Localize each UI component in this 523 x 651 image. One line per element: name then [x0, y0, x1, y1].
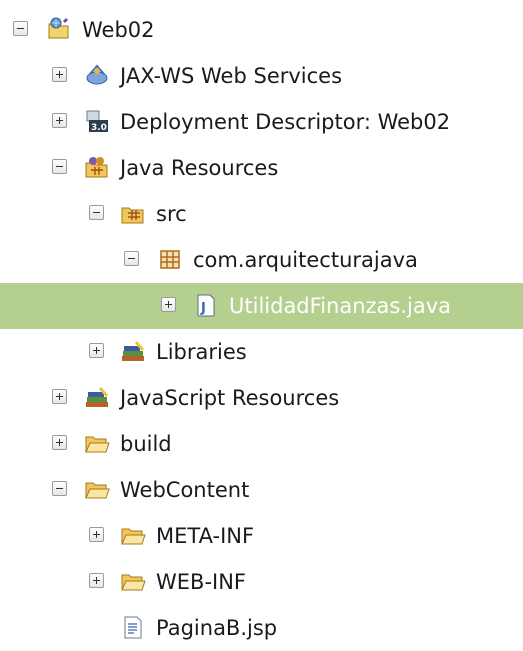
tree-item-label: PaginaB.jsp: [156, 616, 278, 640]
collapse-toggle[interactable]: [124, 251, 139, 266]
expand-toggle[interactable]: [89, 527, 104, 542]
expand-toggle[interactable]: [89, 573, 104, 588]
folder-icon: [120, 522, 146, 548]
package-icon: [157, 246, 183, 272]
tree-item-src[interactable]: src: [0, 191, 523, 237]
source-folder-icon: [120, 200, 146, 226]
tree-item-webcontent[interactable]: WebContent: [0, 467, 523, 513]
libraries-icon: [120, 338, 146, 364]
tree-item-javascript-resources[interactable]: JavaScript Resources: [0, 375, 523, 421]
tree-item-label: META-INF: [156, 524, 255, 548]
tree-item-label: src: [156, 202, 187, 226]
tree-item-label: WebContent: [120, 478, 250, 502]
tree-item-label: Web02: [82, 18, 155, 42]
tree-item-build[interactable]: build: [0, 421, 523, 467]
folder-icon: [84, 430, 110, 456]
tree-item-deployment-descriptor[interactable]: 3.0 Deployment Descriptor: Web02: [0, 99, 523, 145]
tree-item-label: com.arquitecturajava: [193, 248, 418, 272]
tree-item-jax-ws-web-services[interactable]: JAX-WS Web Services: [0, 53, 523, 99]
tree-item-paginab-jsp[interactable]: PaginaB.jsp: [0, 605, 523, 651]
tree-item-label: build: [120, 432, 172, 456]
tree-item-package[interactable]: com.arquitecturajava: [0, 237, 523, 283]
tree-item-libraries[interactable]: Libraries: [0, 329, 523, 375]
web-services-icon: [84, 62, 110, 88]
web-project-icon: [46, 16, 72, 42]
tree-item-label: JAX-WS Web Services: [120, 64, 343, 88]
tree-item-label: UtilidadFinanzas.java: [229, 294, 452, 318]
tree-item-web02[interactable]: Web02: [0, 7, 523, 53]
expand-toggle[interactable]: [52, 113, 67, 128]
tree-item-label: Deployment Descriptor: Web02: [120, 110, 451, 134]
jsp-file-icon: [120, 614, 146, 640]
expand-toggle[interactable]: [52, 389, 67, 404]
java-file-icon: J: [193, 292, 219, 318]
libraries-icon: [84, 384, 110, 410]
tree-item-label: WEB-INF: [156, 570, 246, 594]
folder-icon: [84, 476, 110, 502]
tree-item-meta-inf[interactable]: META-INF: [0, 513, 523, 559]
collapse-toggle[interactable]: [52, 481, 67, 496]
collapse-toggle[interactable]: [52, 159, 67, 174]
svg-text:J: J: [200, 301, 206, 316]
svg-text:3.0: 3.0: [91, 123, 107, 133]
java-resources-icon: [84, 154, 110, 180]
tree-item-java-resources[interactable]: Java Resources: [0, 145, 523, 191]
tree-item-label: Libraries: [156, 340, 247, 364]
tree-item-utilidadfinanzas-java[interactable]: J UtilidadFinanzas.java: [0, 283, 523, 329]
collapse-toggle[interactable]: [89, 205, 104, 220]
collapse-toggle[interactable]: [13, 21, 28, 36]
tree-item-label: Java Resources: [120, 156, 279, 180]
expand-toggle[interactable]: [52, 435, 67, 450]
expand-toggle[interactable]: [52, 67, 67, 82]
tree-item-label: JavaScript Resources: [120, 386, 340, 410]
folder-icon: [120, 568, 146, 594]
tree-item-web-inf[interactable]: WEB-INF: [0, 559, 523, 605]
deployment-descriptor-icon: 3.0: [84, 108, 110, 134]
expand-toggle[interactable]: [89, 343, 104, 358]
expand-toggle[interactable]: [161, 297, 176, 312]
